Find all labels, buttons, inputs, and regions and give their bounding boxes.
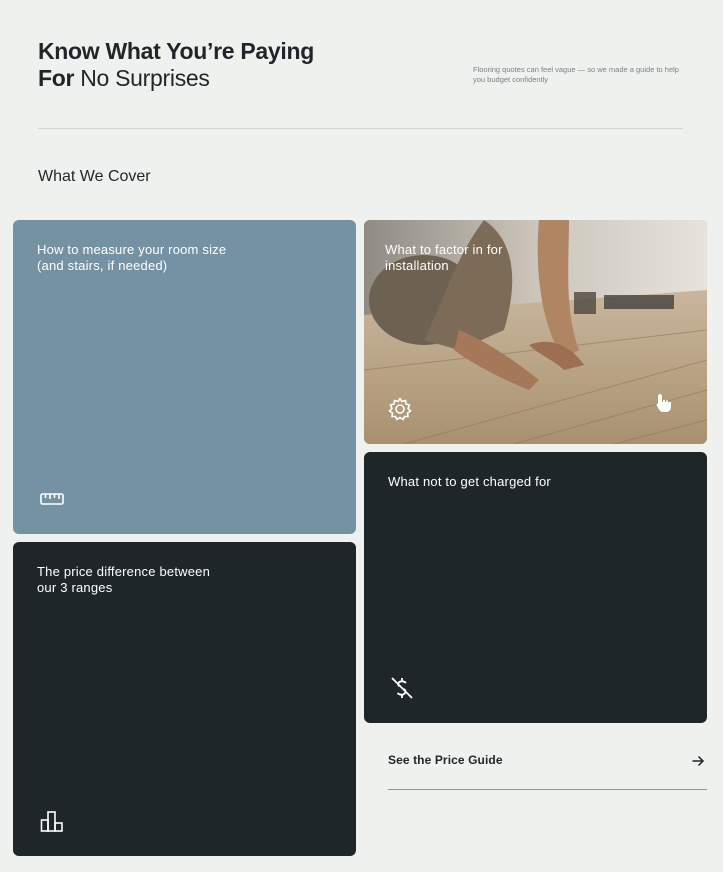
hand-pointer-icon [653, 392, 675, 414]
bar-chart-icon [39, 808, 65, 834]
section-title: What We Cover [38, 168, 151, 185]
no-dollar-icon [389, 675, 415, 701]
page: Know What You’re Paying For No Surprises… [0, 0, 723, 872]
card-not-charged[interactable]: What not to get charged for [364, 452, 707, 723]
gear-icon [387, 396, 413, 422]
card-installation-label: What to factor in for installation [385, 242, 503, 273]
page-title: Know What You’re Paying For No Surprises [38, 38, 314, 92]
header-divider [38, 128, 683, 129]
card-measure-label: How to measure your room size (and stair… [37, 242, 227, 273]
title-line-2-light: No Surprises [80, 65, 210, 91]
card-installation[interactable]: What to factor in for installation [364, 220, 707, 444]
card-price-label: The price difference between our 3 range… [37, 564, 211, 595]
cta-label: See the Price Guide [388, 753, 503, 767]
card-price-difference[interactable]: The price difference between our 3 range… [13, 542, 356, 856]
title-line-2-bold: For [38, 65, 75, 91]
title-line-1: Know What You’re Paying [38, 38, 314, 64]
card-charged-label: What not to get charged for [388, 474, 551, 489]
arrow-right-icon [691, 754, 705, 768]
ruler-icon [39, 486, 65, 512]
see-price-guide-link[interactable]: See the Price Guide [388, 746, 707, 790]
card-measure-room[interactable]: How to measure your room size (and stair… [13, 220, 356, 534]
intro-text: Flooring quotes can feel vague — so we m… [473, 65, 679, 84]
